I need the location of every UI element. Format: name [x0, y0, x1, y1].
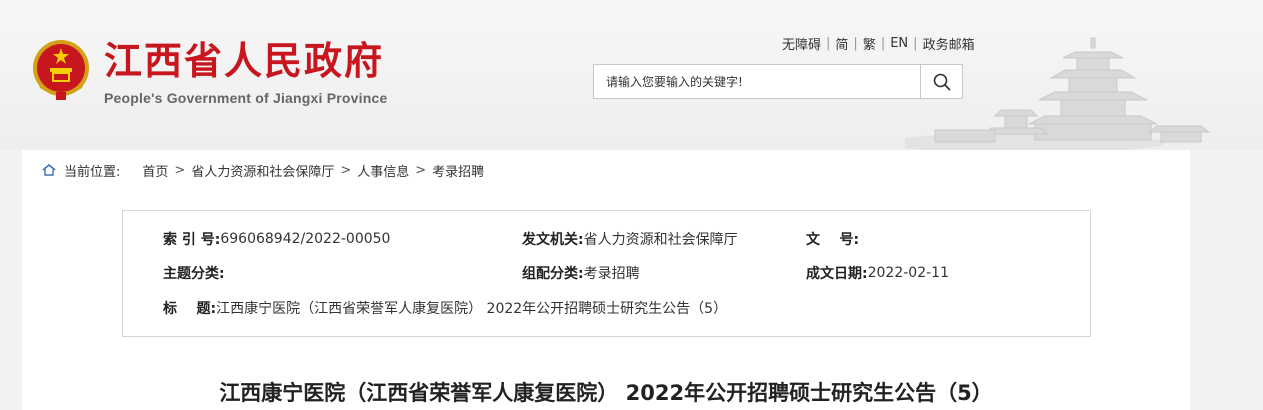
meta-category-value: 考录招聘 [583, 266, 640, 282]
site-subtitle: People's Government of Jiangxi Province [104, 90, 388, 106]
breadcrumb-personnel[interactable]: 人事信息 [357, 161, 409, 180]
pagoda-illustration [905, 37, 1211, 150]
breadcrumb-home[interactable]: 首页 [142, 161, 168, 180]
meta-topic: 主题分类: [163, 263, 225, 283]
breadcrumb-label: 当前位置: [64, 164, 121, 180]
national-emblem-icon[interactable] [30, 38, 92, 102]
divider: | [880, 36, 886, 51]
link-accessibility[interactable]: 无障碍 [782, 34, 821, 53]
breadcrumb-separator: > [340, 162, 352, 178]
meta-date-label: 成文日期: [806, 266, 868, 282]
meta-index: 索 引 号: 696068942/2022-00050 [163, 229, 390, 249]
meta-issuer-label: 发文机关: [522, 232, 584, 248]
breadcrumb-hrss[interactable]: 省人力资源和社会保障厅 [191, 161, 334, 180]
meta-category: 组配分类: 考录招聘 [522, 263, 640, 283]
search-input[interactable] [594, 65, 920, 98]
site-header: 江西省人民政府 People's Government of Jiangxi P… [0, 0, 1263, 150]
breadcrumb-recruitment[interactable]: 考录招聘 [432, 161, 484, 180]
divider: | [853, 36, 858, 51]
meta-date: 成文日期: 2022-02-11 [806, 263, 949, 283]
site-title[interactable]: 江西省人民政府 [104, 38, 384, 84]
meta-doc-no: 文 号: [806, 229, 859, 249]
meta-title: 标 题: 江西康宁医院（江西省荣誉军人康复医院） 2022年公开招聘硕士研究生公… [163, 298, 727, 318]
meta-category-label: 组配分类: [522, 266, 584, 282]
meta-index-label: 索 引 号: [163, 232, 221, 248]
meta-topic-label: 主题分类: [163, 266, 225, 282]
divider: | [826, 36, 831, 51]
link-simplified[interactable]: 简 [835, 34, 848, 53]
meta-date-value: 2022-02-11 [867, 265, 949, 281]
main-content: 当前位置: 首页 > 省人力资源和社会保障厅 > 人事信息 > 考录招聘 索 引… [22, 150, 1190, 410]
breadcrumb-separator: > [174, 162, 186, 178]
meta-issuer-value: 省人力资源和社会保障厅 [583, 232, 738, 248]
link-traditional[interactable]: 繁 [863, 34, 876, 53]
document-meta-box: 索 引 号: 696068942/2022-00050 发文机关: 省人力资源和… [122, 210, 1091, 337]
breadcrumb-separator: > [415, 162, 427, 178]
meta-issuer: 发文机关: 省人力资源和社会保障厅 [522, 229, 738, 249]
meta-title-value: 江西康宁医院（江西省荣誉军人康复医院） 2022年公开招聘硕士研究生公告（5） [216, 301, 728, 317]
meta-doc-no-label: 文 号: [806, 232, 860, 248]
article-title: 江西康宁医院（江西省荣誉军人康复医院） 2022年公开招聘硕士研究生公告（5） [219, 381, 993, 405]
meta-index-value: 696068942/2022-00050 [220, 231, 391, 247]
meta-title-label: 标 题: [163, 301, 217, 317]
home-icon [42, 164, 56, 176]
breadcrumb: 当前位置: 首页 > 省人力资源和社会保障厅 > 人事信息 > 考录招聘 [42, 160, 484, 180]
